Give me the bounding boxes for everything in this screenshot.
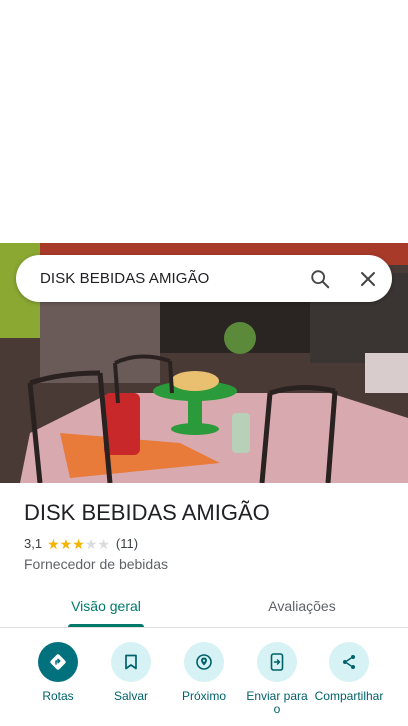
star-icon: ★ xyxy=(59,535,73,552)
star-icon: ★ xyxy=(72,535,85,552)
place-title: DISK BEBIDAS AMIGÃO xyxy=(24,500,270,525)
star-icon: ★ xyxy=(47,535,60,552)
tab-reviews[interactable]: Avaliações xyxy=(248,584,356,628)
share-label: Compartilhar xyxy=(314,689,384,703)
save-button[interactable]: Salvar xyxy=(91,642,171,703)
directions-label: Rotas xyxy=(42,689,74,703)
active-tab-indicator xyxy=(68,624,144,627)
share-button[interactable]: Compartilhar xyxy=(309,642,389,703)
search-input[interactable]: DISK BEBIDAS AMIGÃO xyxy=(40,270,296,287)
place-category: Fornecedor de bebidas xyxy=(24,556,168,572)
send-to-phone-button[interactable]: Enviar para o xyxy=(237,642,317,716)
share-icon xyxy=(329,642,369,682)
send-to-phone-label: Enviar para o xyxy=(246,689,308,716)
close-icon[interactable] xyxy=(344,255,392,302)
save-label: Salvar xyxy=(113,689,148,703)
bookmark-icon xyxy=(111,642,151,682)
send-to-phone-icon xyxy=(257,642,297,682)
directions-button[interactable]: Rotas xyxy=(18,642,98,703)
rating-value: 3,1 xyxy=(24,536,43,551)
nearby-label: Próximo xyxy=(181,689,226,703)
place-page: DISK BEBIDAS AMIGÃO DISK BEBIDAS AMIGÃO … xyxy=(0,0,408,726)
nearby-button[interactable]: Próximo xyxy=(164,642,244,703)
rating-row[interactable]: 3,1 ★ ★ ★ ★ ★ (11) xyxy=(24,536,138,551)
review-count[interactable]: (11) xyxy=(116,536,138,551)
star-empty-icon: ★ xyxy=(97,535,110,552)
action-bar: Rotas Salvar Próximo Enviar para o Compa… xyxy=(0,642,408,726)
nearby-icon xyxy=(184,642,224,682)
rating-stars: ★ ★ ★ ★ ★ xyxy=(47,537,110,551)
search-bar[interactable]: DISK BEBIDAS AMIGÃO xyxy=(16,255,392,302)
star-empty-icon: ★ xyxy=(84,535,98,552)
tab-overview[interactable]: Visão geral xyxy=(56,584,156,628)
tab-bar: Visão geral Avaliações xyxy=(0,584,408,628)
search-icon[interactable] xyxy=(296,255,344,302)
directions-icon xyxy=(38,642,78,682)
